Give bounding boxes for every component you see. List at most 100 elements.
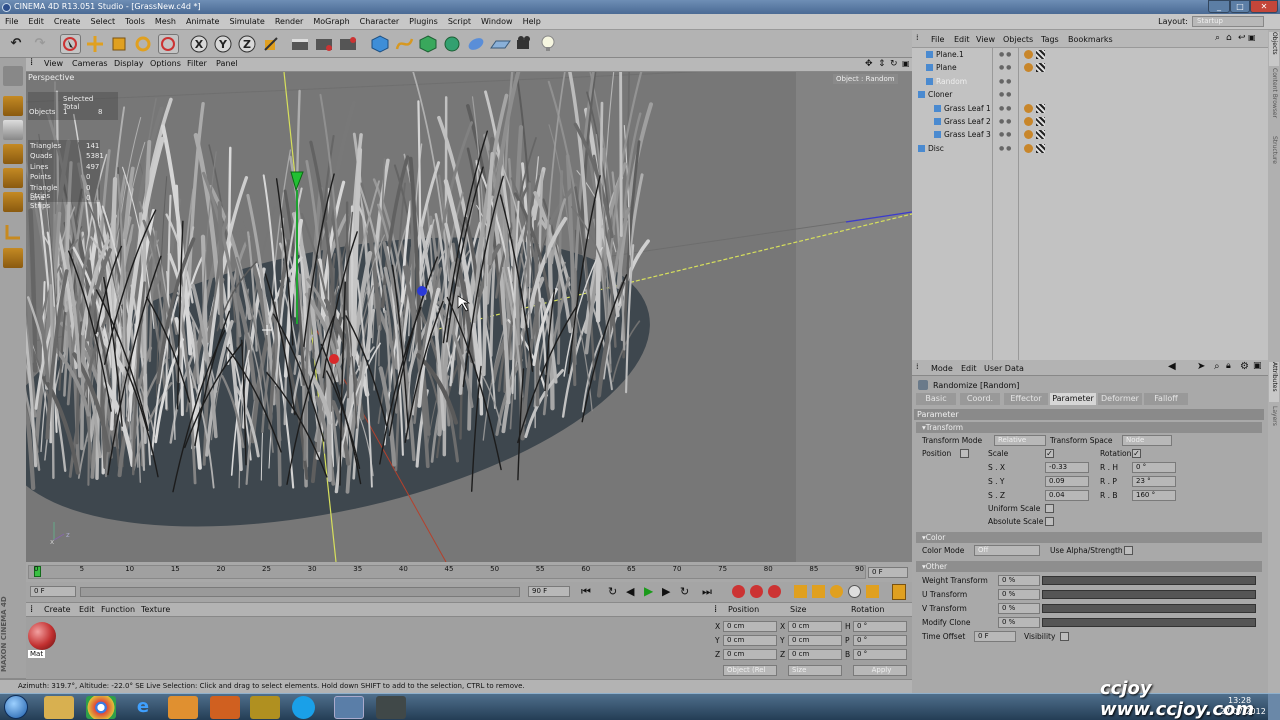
material-label[interactable]: Mat <box>28 650 46 658</box>
cinema4d-taskbar-icon[interactable] <box>334 696 364 719</box>
redo-icon[interactable]: ↷ <box>30 34 50 54</box>
viewport-move-icon[interactable]: ✥ <box>865 59 873 69</box>
tab-basic[interactable]: Basic <box>916 393 956 405</box>
tab-deformer[interactable]: Deformer <box>1098 393 1142 405</box>
preview-range-slider[interactable] <box>80 587 520 597</box>
chrome-taskbar-icon[interactable] <box>86 696 116 719</box>
object-name[interactable]: Cloner <box>928 88 952 101</box>
maximize-button[interactable]: □ <box>1230 0 1250 13</box>
y-axis-lock-icon[interactable]: Y <box>213 34 234 54</box>
clock-time[interactable]: 13:28 <box>1228 696 1251 705</box>
rotation-key-icon[interactable] <box>830 585 843 598</box>
attribute-menu-edit[interactable]: Edit <box>961 364 977 373</box>
object-row[interactable]: Random ● ● <box>912 75 1268 88</box>
scale-y-field[interactable]: 0.09 <box>1045 476 1089 487</box>
live-selection-icon[interactable] <box>60 34 81 54</box>
coord-position-z[interactable]: 0 cm <box>723 649 777 660</box>
tag-texture-icon[interactable] <box>1036 63 1045 73</box>
move-tool-icon[interactable] <box>85 34 106 54</box>
tag-phong-icon[interactable] <box>1024 117 1033 126</box>
side-tab-attributes[interactable]: Attributes <box>1269 362 1279 402</box>
viewport-menu-filter[interactable]: Filter <box>187 59 207 68</box>
workplane-mode-icon[interactable] <box>3 144 23 164</box>
object-name[interactable]: Grass Leaf 3 <box>944 128 991 141</box>
menu-simulate[interactable]: Simulate <box>224 14 269 29</box>
coord-rotation-h[interactable]: 0 ° <box>853 621 907 632</box>
object-name[interactable]: Random <box>936 75 967 88</box>
snap-icon[interactable] <box>3 222 23 242</box>
coord-rotation-p[interactable]: 0 ° <box>853 635 907 646</box>
pla-key-icon[interactable] <box>866 585 879 598</box>
side-tab-layers[interactable]: Layers <box>1269 406 1279 434</box>
scale-x-field[interactable]: -0.33 <box>1045 462 1089 473</box>
visibility-dots-icon[interactable]: ● ● <box>999 128 1011 141</box>
coord-position-y[interactable]: 0 cm <box>723 635 777 646</box>
visibility-dots-icon[interactable]: ● ● <box>999 102 1011 115</box>
explorer-taskbar-icon[interactable] <box>44 696 74 719</box>
v-transform-slider[interactable] <box>1042 604 1256 613</box>
menu-create[interactable]: Create <box>49 14 86 29</box>
object-menu-edit[interactable]: Edit <box>954 35 970 44</box>
recent-tool-icon[interactable] <box>158 34 179 54</box>
object-name[interactable]: Disc <box>928 142 944 155</box>
viewport-menu-view[interactable]: View <box>44 59 63 68</box>
use-alpha-checkbox[interactable] <box>1124 546 1133 555</box>
attribute-menu-user-data[interactable]: User Data <box>984 364 1024 373</box>
menu-render[interactable]: Render <box>270 14 308 29</box>
menu-plugins[interactable]: Plugins <box>404 14 443 29</box>
menu-animate[interactable]: Animate <box>181 14 225 29</box>
parameter-key-icon[interactable] <box>848 585 861 598</box>
tab-coord[interactable]: Coord. <box>960 393 1000 405</box>
render-view-icon[interactable] <box>290 34 311 54</box>
material-menu-edit[interactable]: Edit <box>79 605 95 614</box>
goto-end-icon[interactable]: ⏭ <box>702 585 712 599</box>
viewport-maximize-icon[interactable]: ▣ <box>902 59 910 68</box>
coord-size-x[interactable]: 0 cm <box>788 621 842 632</box>
z-axis-lock-icon[interactable]: Z <box>237 34 258 54</box>
object-row[interactable]: Plane.1 ● ● <box>912 48 1268 61</box>
coord-apply-button[interactable]: Apply <box>853 665 907 676</box>
back-icon[interactable]: ↩ <box>1238 33 1246 43</box>
v-transform-field[interactable]: 0 % <box>998 603 1040 614</box>
weight-transform-slider[interactable] <box>1042 576 1256 585</box>
internet-explorer-taskbar-icon[interactable]: e <box>128 696 158 719</box>
transform-space-select[interactable]: Node <box>1122 435 1172 446</box>
object-name[interactable]: Plane.1 <box>936 48 964 61</box>
settings-icon[interactable]: ⚙︎ <box>1240 361 1249 372</box>
timeline-ruler[interactable]: 0 5 10 15 20 25 30 35 40 45 50 55 60 65 70 75 80 85 90 0 F <box>26 562 912 582</box>
object-row[interactable]: Grass Leaf 1 ● ● <box>912 102 1268 115</box>
search-icon[interactable]: ⌕ <box>1215 33 1220 43</box>
subdivision-surface-icon[interactable] <box>418 34 439 54</box>
coordinate-system-icon[interactable] <box>261 34 282 54</box>
back-arrow-icon[interactable]: ◀ <box>1168 361 1176 372</box>
loop-icon[interactable]: ↻ <box>608 585 617 598</box>
rotation-b-field[interactable]: 160 ° <box>1132 490 1176 501</box>
tag-texture-icon[interactable] <box>1036 130 1045 140</box>
visibility-dots-icon[interactable]: ● ● <box>999 88 1011 101</box>
object-menu-objects[interactable]: Objects <box>1003 35 1033 44</box>
goto-start-icon[interactable]: ⏮ <box>581 585 591 599</box>
cube-primitive-icon[interactable] <box>370 34 391 54</box>
pointer-icon[interactable]: ➤ <box>1197 361 1205 372</box>
material-menu-create[interactable]: Create <box>44 605 71 614</box>
polygons-mode-icon[interactable] <box>3 192 23 212</box>
object-menu-file[interactable]: File <box>931 35 944 44</box>
magnet-icon[interactable] <box>3 248 23 268</box>
start-frame-field[interactable]: 0 F <box>30 586 76 597</box>
object-row[interactable]: Grass Leaf 2 ● ● <box>912 115 1268 128</box>
menu-file[interactable]: File <box>0 14 23 29</box>
tab-parameter[interactable]: Parameter <box>1050 393 1096 405</box>
menu-mograph[interactable]: MoGraph <box>308 14 354 29</box>
perspective-viewport[interactable]: z x Perspective Object : Random Selected… <box>26 72 912 562</box>
coord-rotation-b[interactable]: 0 ° <box>853 649 907 660</box>
array-icon[interactable] <box>442 34 463 54</box>
visibility-dots-icon[interactable]: ● ● <box>999 142 1011 155</box>
u-transform-field[interactable]: 0 % <box>998 589 1040 600</box>
position-key-icon[interactable] <box>794 585 807 598</box>
menu-help[interactable]: Help <box>518 14 546 29</box>
position-checkbox[interactable] <box>960 449 969 458</box>
new-window-icon[interactable]: ▣ <box>1253 361 1262 371</box>
object-row[interactable]: Grass Leaf 3 ● ● <box>912 128 1268 141</box>
scale-checkbox[interactable]: ✓ <box>1045 449 1054 458</box>
scale-tool-icon[interactable] <box>109 34 130 54</box>
